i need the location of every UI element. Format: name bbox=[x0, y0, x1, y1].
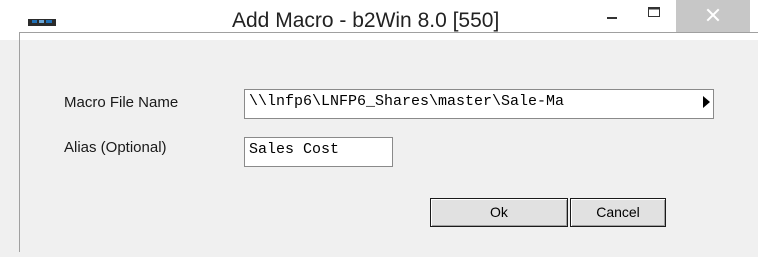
app-icon bbox=[28, 19, 56, 26]
maximize-icon bbox=[648, 7, 660, 17]
close-button[interactable] bbox=[676, 0, 750, 32]
close-icon bbox=[706, 8, 720, 22]
add-macro-dialog: Add Macro - b2Win 8.0 [550] Macro File N… bbox=[0, 0, 758, 257]
cancel-button[interactable]: Cancel bbox=[570, 198, 666, 227]
macro-file-name-label: Macro File Name bbox=[64, 94, 179, 111]
window-title: Add Macro - b2Win 8.0 [550] bbox=[232, 9, 500, 32]
scroll-right-arrow-icon[interactable] bbox=[703, 96, 710, 108]
alias-field[interactable]: Sales Cost bbox=[244, 137, 393, 167]
alias-value: Sales Cost bbox=[249, 141, 340, 158]
minimize-button[interactable] bbox=[592, 0, 632, 32]
alias-label: Alias (Optional) bbox=[64, 139, 167, 156]
maximize-button[interactable] bbox=[634, 0, 674, 32]
ok-button[interactable]: Ok bbox=[430, 198, 568, 227]
minimize-icon bbox=[607, 17, 617, 19]
macro-file-name-field[interactable]: \\lnfp6\LNFP6_Shares\master\Sale-Ma bbox=[244, 89, 714, 119]
macro-file-name-value: \\lnfp6\LNFP6_Shares\master\Sale-Ma bbox=[249, 93, 565, 110]
